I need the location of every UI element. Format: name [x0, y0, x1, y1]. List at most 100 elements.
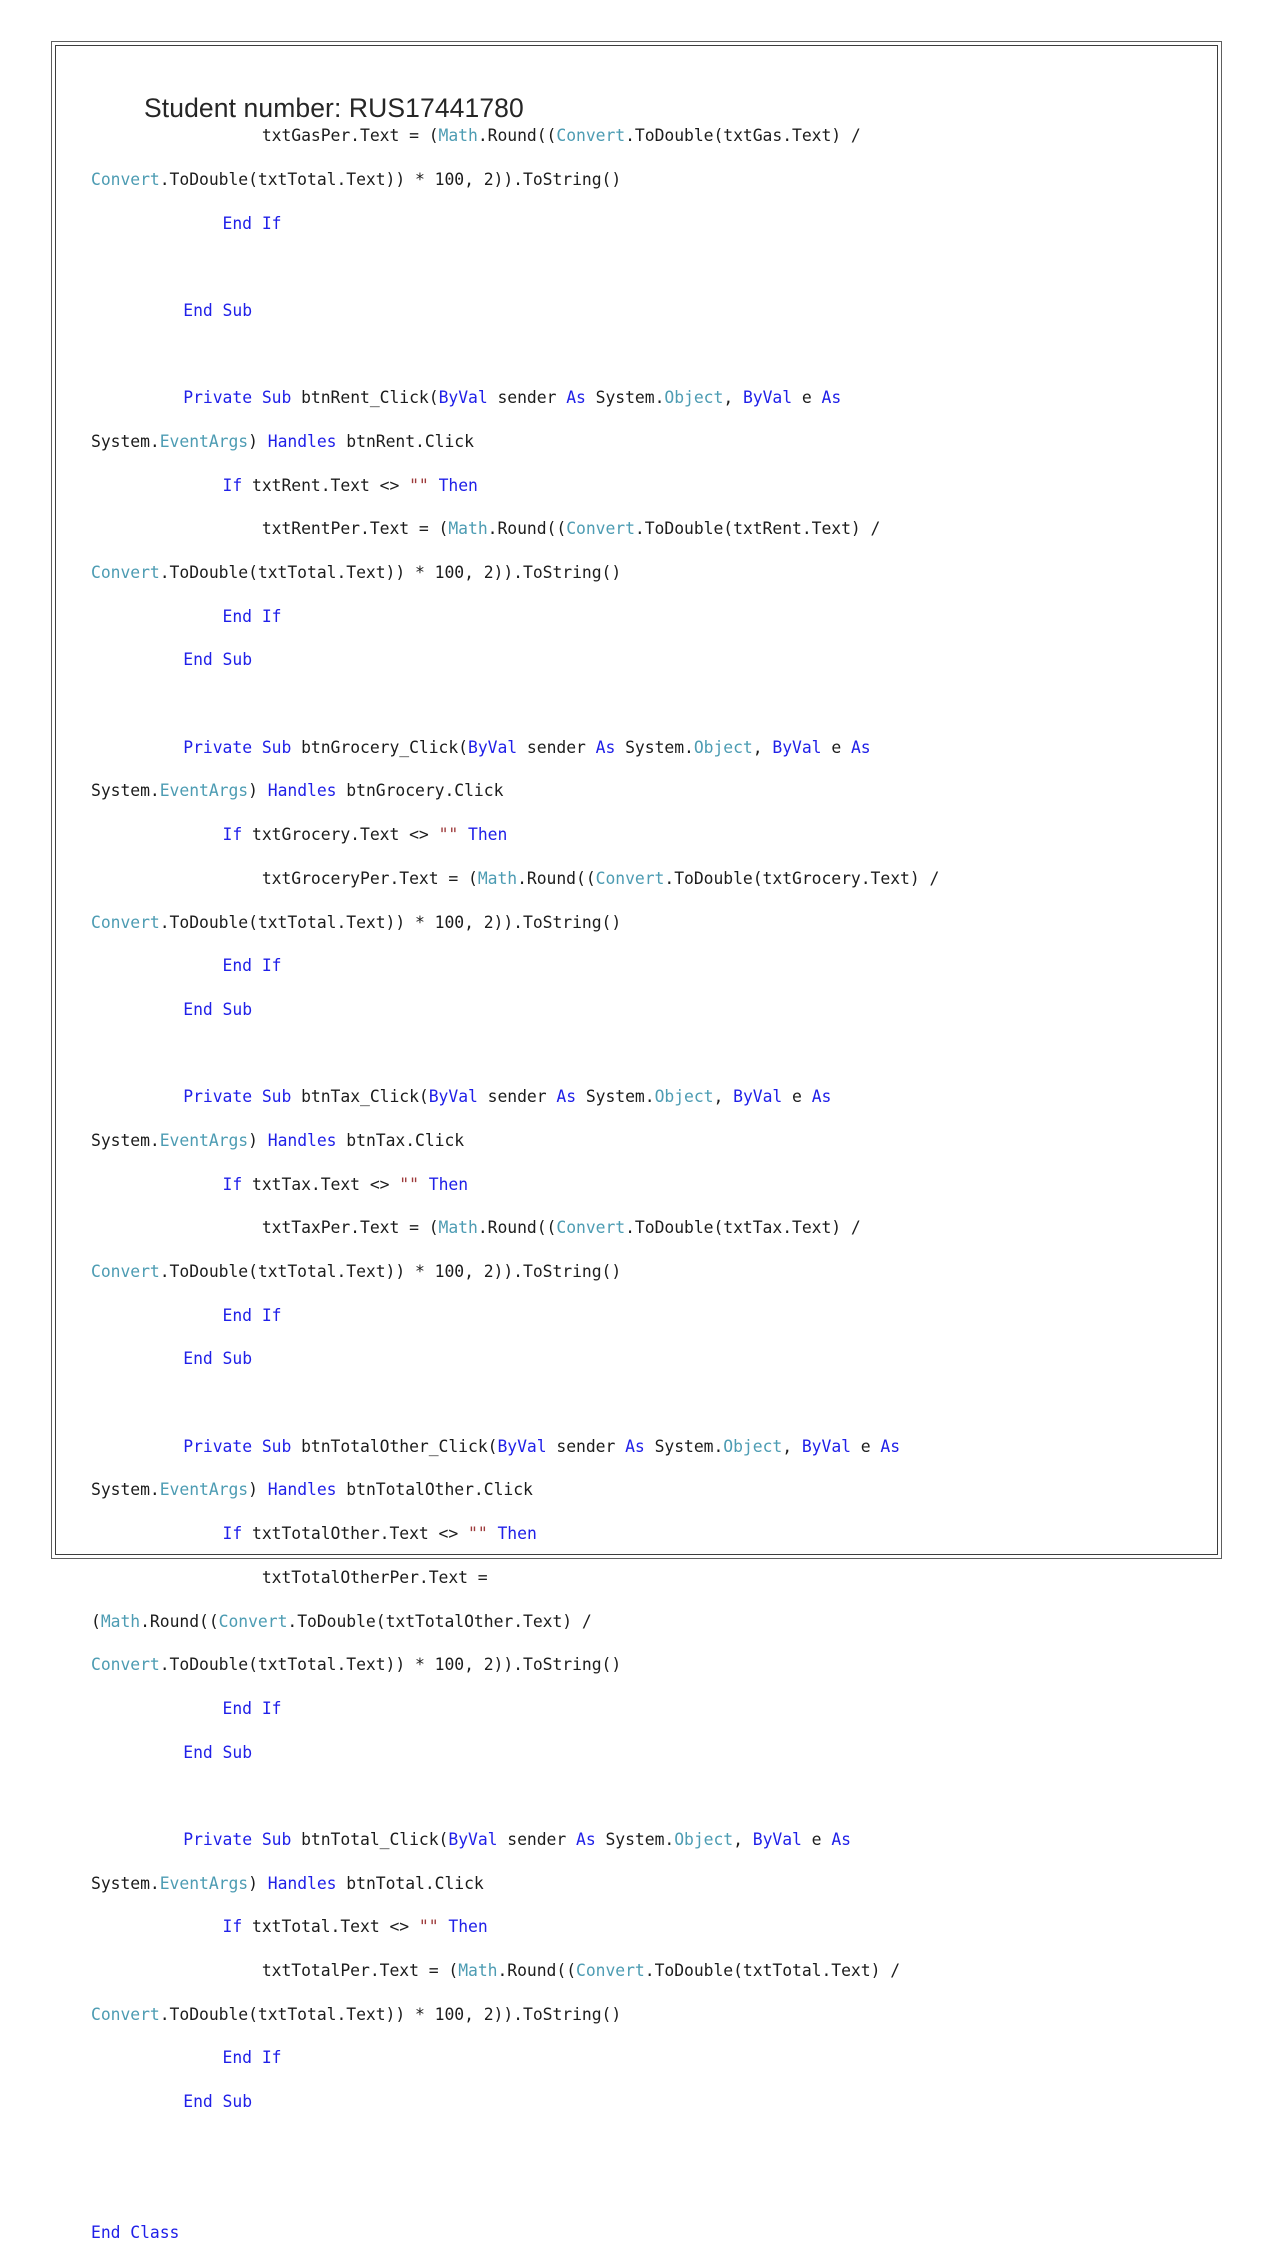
code-token: Convert — [218, 1611, 288, 1631]
code-token: txtTax.Text <> — [242, 1174, 400, 1194]
code-token: As — [880, 1436, 901, 1456]
code-token: System. — [91, 781, 160, 801]
code-line: txtGroceryPer.Text = (Math.Round((Conver… — [144, 868, 1197, 890]
code-token: .ToDouble(txtTotal.Text)) * 100, 2)).ToS… — [159, 563, 622, 582]
code-token: e — [821, 737, 851, 757]
code-token: As — [850, 737, 871, 757]
code-token: .ToDouble(txtTotal.Text)) * 100, 2)).ToS… — [159, 1262, 622, 1281]
code-token: .ToDouble(txtTotal.Text)) * 100, 2)).ToS… — [159, 1655, 622, 1675]
code-line: End Sub — [144, 649, 1197, 671]
code-token: As — [556, 1087, 577, 1107]
code-token: End Sub — [183, 2092, 253, 2112]
code-token: Handles — [267, 1130, 337, 1150]
code-token: btnTax.Click — [336, 1130, 465, 1150]
code-token: If — [222, 475, 243, 495]
code-token: Math — [438, 1218, 478, 1238]
code-token: If — [222, 1174, 243, 1194]
code-token: System. — [644, 1436, 724, 1456]
code-token: As — [811, 1087, 832, 1107]
code-token: sender — [546, 1436, 626, 1456]
code-token: Handles — [267, 1480, 337, 1500]
code-token: End If — [222, 1698, 282, 1718]
code-token: If — [222, 825, 243, 845]
code-token: ) — [248, 1480, 268, 1500]
code-token: As — [576, 1829, 596, 1849]
code-line: End If — [144, 2047, 1197, 2069]
code-token: Object — [664, 388, 724, 408]
code-token: Convert — [91, 912, 160, 932]
code-token: "" — [399, 1174, 419, 1194]
code-token: "" — [418, 1917, 439, 1937]
code-token: ) — [248, 781, 268, 801]
code-token: As — [821, 388, 842, 408]
code-token: txtTaxPer.Text = ( — [144, 1218, 439, 1238]
page-content: Student number: RUS17441780 txtGasPer.Te… — [91, 66, 1197, 2242]
code-line: Convert.ToDouble(txtTotal.Text)) * 100, … — [91, 1261, 1197, 1283]
code-token: , — [723, 388, 743, 408]
code-line: Private Sub btnTax_Click(ByVal sender As… — [144, 1086, 1197, 1108]
code-token: EventArgs — [159, 781, 249, 801]
code-token: System. — [91, 1480, 160, 1500]
code-token: End If — [222, 956, 282, 976]
code-token: If — [222, 1524, 243, 1544]
code-token: txtTotal.Text <> — [242, 1917, 419, 1937]
code-token: .ToDouble(txtRent.Text) / — [634, 519, 881, 539]
code-token: "" — [438, 825, 459, 845]
code-token: Object — [723, 1436, 783, 1456]
code-token: txtGroceryPer.Text = ( — [144, 868, 478, 888]
code-token: .Round(( — [477, 126, 557, 146]
code-token: Private Sub — [183, 737, 292, 757]
code-token: sender — [477, 1087, 557, 1107]
code-token: Handles — [267, 431, 337, 451]
code-token: System. — [91, 1873, 160, 1893]
code-token: Then — [497, 1524, 537, 1544]
code-token: Convert — [556, 1218, 626, 1238]
code-token: System. — [91, 431, 160, 451]
code-line: Convert.ToDouble(txtTotal.Text)) * 100, … — [91, 912, 1197, 934]
code-token: btnTotalOther_Click( — [291, 1436, 498, 1456]
code-line: End Sub — [144, 1348, 1197, 1370]
code-token: System. — [615, 737, 694, 757]
code-token: As — [566, 388, 586, 408]
code-token: EventArgs — [159, 1873, 249, 1893]
code-token: Convert — [91, 2004, 160, 2024]
code-token: .Round(( — [487, 519, 567, 539]
code-token: ) — [248, 1130, 268, 1150]
code-token: End If — [222, 606, 282, 626]
source-code-block: txtGasPer.Text = (Math.Round((Convert.To… — [91, 125, 1197, 2266]
code-token: Then — [428, 1174, 469, 1194]
code-token: ByVal — [497, 1436, 547, 1456]
document-page: Student number: RUS17441780 txtGasPer.Te… — [51, 41, 1222, 2242]
code-line: (Math.Round((Convert.ToDouble(txtTotalOt… — [91, 1611, 1197, 1633]
code-token: ByVal — [448, 1829, 498, 1849]
code-line: If txtTotal.Text <> "" Then — [144, 1916, 1197, 1938]
code-token: ByVal — [733, 1087, 783, 1107]
code-line: System.EventArgs) Handles btnTax.Click — [91, 1130, 1197, 1152]
code-token: As — [625, 1436, 645, 1456]
code-token: Convert — [91, 1262, 160, 1281]
code-token: Convert — [91, 1655, 160, 1675]
code-token: btnRent_Click( — [291, 388, 439, 408]
code-token: Convert — [556, 126, 626, 146]
code-token: End Sub — [183, 999, 253, 1019]
code-token: txtTotalPer.Text = ( — [144, 1961, 459, 1980]
code-line: End If — [144, 955, 1197, 977]
code-token: e — [801, 1829, 832, 1849]
code-token: Convert — [576, 1961, 645, 1980]
code-token: sender — [497, 1829, 577, 1849]
code-token: End Sub — [183, 650, 253, 670]
page-title: Student number: RUS17441780 — [144, 93, 524, 123]
